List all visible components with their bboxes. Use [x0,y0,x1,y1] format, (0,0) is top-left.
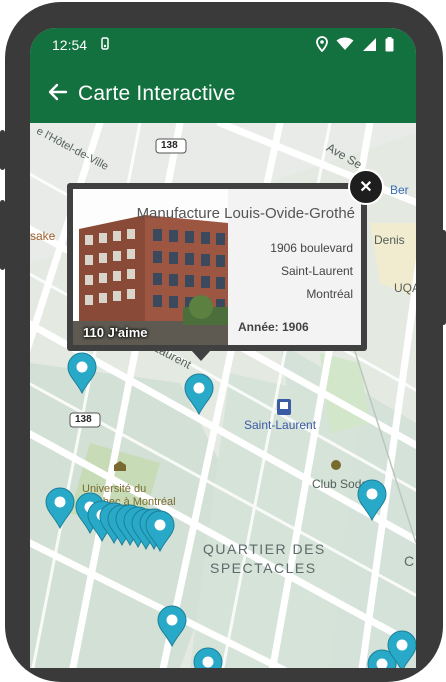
phone-screen: 12:54 Carte Interactive e l'Hôtel-de-Vil… [30,28,416,668]
back-arrow-icon[interactable] [46,80,70,104]
close-icon: ✕ [359,179,373,196]
page-title: Carte Interactive [78,82,236,105]
phone-side-button [0,130,5,170]
map-marker-icon[interactable] [184,373,214,416]
vibrate-icon [100,37,110,54]
map-marker-icon[interactable] [357,479,387,522]
map-marker-icon[interactable] [67,352,97,395]
map-marker-icon[interactable] [157,605,187,648]
map-marker-icon[interactable] [145,510,175,553]
close-popup-button[interactable]: ✕ [348,169,384,205]
map-marker-icon[interactable] [193,647,223,668]
phone-side-button [441,230,446,325]
map-marker-icon[interactable] [45,487,75,530]
popup-content: 110 J'aime Manufacture Louis-Ovide-Groth… [73,189,361,345]
popup-address-line: 1906 boulevard [270,241,353,255]
popup-title: Manufacture Louis-Ovide-Grothé [136,205,355,222]
status-time: 12:54 [52,37,88,53]
phone-side-button [0,200,5,270]
wifi-icon [336,37,354,56]
popup-pointer [191,350,211,361]
likes-count: 110 J'aime [83,325,148,340]
popup-year: Année: 1906 [238,320,309,334]
battery-icon [385,36,394,57]
status-bar: 12:54 [30,28,416,64]
signal-icon [362,37,377,57]
app-bar: Carte Interactive [30,64,416,123]
location-icon [316,36,328,57]
popup-address-line: Montréal [306,287,353,301]
location-popup[interactable]: 110 J'aime Manufacture Louis-Ovide-Groth… [67,183,367,351]
popup-address-line: Saint-Laurent [280,264,353,278]
